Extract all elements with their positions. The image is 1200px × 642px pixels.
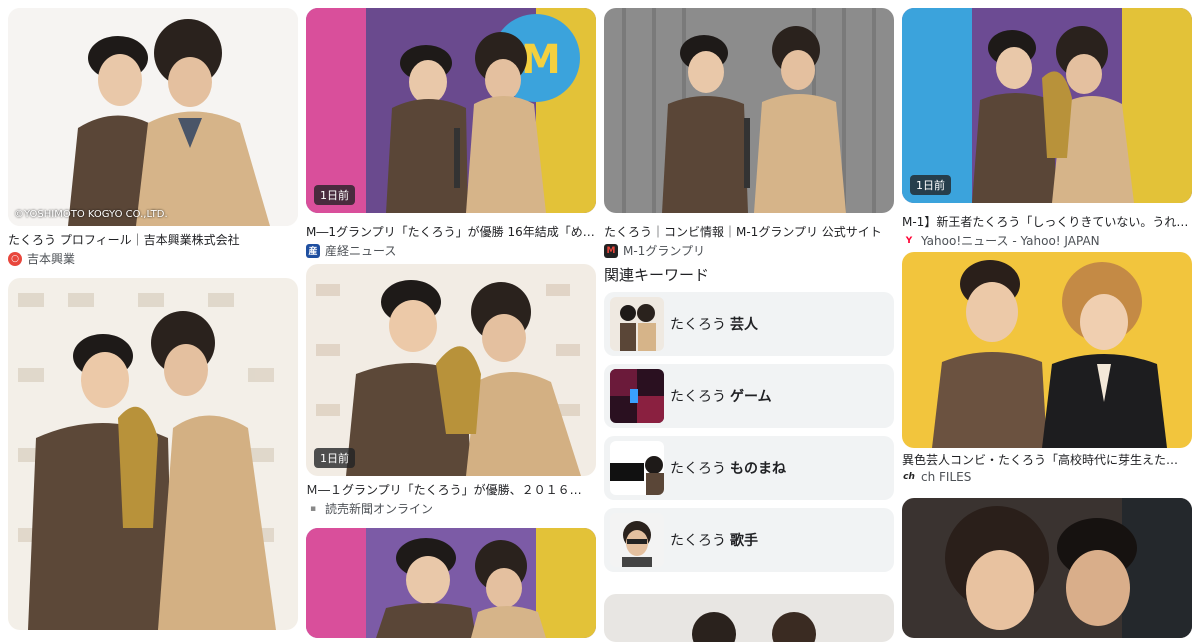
- source-name: 吉本興業: [27, 252, 76, 266]
- image-result-card[interactable]: M 1日前 M―1グランプリ「たくろう」が優勝 16年結成「め… 産 産経ニュー…: [306, 8, 596, 259]
- image-result-card[interactable]: 1日前 M-1】新王者たくろう「しっくりきていない。うれ… Y Yahoo!ニュ…: [902, 8, 1192, 248]
- photo-credit: ©YOSHIMOTO KOGYO CO.,LTD.: [14, 209, 168, 220]
- source-name: 産経ニュース: [325, 244, 397, 258]
- result-thumbnail[interactable]: [604, 594, 894, 642]
- result-thumbnail[interactable]: [902, 252, 1192, 448]
- result-source[interactable]: ▪ 読売新聞オンライン: [306, 500, 433, 517]
- keyword-thumbnail: [610, 297, 664, 351]
- yahoo-logo-icon: Y: [902, 233, 916, 248]
- keyword-term: 歌手: [730, 533, 758, 549]
- source-name: M-1グランプリ: [623, 244, 705, 258]
- result-title[interactable]: Ｍ―１グランプリ「たくろう」が優勝、２０１６…: [306, 482, 596, 498]
- result-thumbnail[interactable]: M 1日前: [306, 8, 596, 213]
- m1-logo-icon: M: [604, 243, 618, 258]
- source-name: Yahoo!ニュース - Yahoo! JAPAN: [921, 234, 1100, 248]
- sankei-logo-icon: 産: [306, 243, 320, 258]
- yoshimoto-logo-icon: ○: [8, 251, 22, 266]
- result-source[interactable]: Y Yahoo!ニュース - Yahoo! JAPAN: [902, 232, 1100, 249]
- keyword-prefix: たくろう: [670, 317, 726, 333]
- result-thumbnail[interactable]: [8, 278, 298, 630]
- keyword-thumbnail: [610, 441, 664, 495]
- keyword-label: たくろう 芸人: [670, 314, 758, 334]
- related-keyword-chip[interactable]: たくろう ゲーム: [604, 364, 894, 428]
- result-title[interactable]: たくろう｜コンビ情報｜M-1グランプリ 公式サイト: [604, 224, 894, 240]
- keyword-term: ものまね: [730, 461, 786, 477]
- chfiles-logo-icon: ch: [902, 470, 916, 484]
- keyword-prefix: たくろう: [670, 389, 726, 405]
- result-title[interactable]: たくろう プロフィール｜吉本興業株式会社: [8, 232, 298, 248]
- keyword-term: 芸人: [730, 317, 758, 333]
- related-keyword-chip[interactable]: たくろう ものまね: [604, 436, 894, 500]
- related-keyword-chip[interactable]: たくろう 芸人: [604, 292, 894, 356]
- result-source[interactable]: M M-1グランプリ: [604, 242, 705, 259]
- source-name: ch FILES: [921, 470, 972, 484]
- result-thumbnail[interactable]: [604, 8, 894, 213]
- image-result-card[interactable]: [902, 498, 1192, 638]
- image-result-card[interactable]: [604, 594, 894, 642]
- result-source[interactable]: ○ 吉本興業: [8, 250, 75, 267]
- result-thumbnail[interactable]: [306, 528, 596, 638]
- keyword-prefix: たくろう: [670, 533, 726, 549]
- image-result-card[interactable]: [8, 278, 298, 630]
- time-badge: 1日前: [910, 175, 951, 195]
- time-badge: 1日前: [314, 448, 355, 468]
- keyword-label: たくろう ものまね: [670, 458, 786, 478]
- keyword-term: ゲーム: [730, 389, 772, 405]
- result-title[interactable]: 異色芸人コンビ・たくろう「高校時代に芽生えた…: [902, 452, 1192, 468]
- image-result-card[interactable]: 1日前 Ｍ―１グランプリ「たくろう」が優勝、２０１６… ▪ 読売新聞オンライン: [306, 264, 596, 518]
- keyword-prefix: たくろう: [670, 461, 726, 477]
- image-result-card[interactable]: 異色芸人コンビ・たくろう「高校時代に芽生えた… ch ch FILES: [902, 252, 1192, 488]
- related-keywords-heading: 関連キーワード: [604, 266, 710, 284]
- result-source[interactable]: ch ch FILES: [902, 470, 971, 484]
- image-result-card[interactable]: ©YOSHIMOTO KOGYO CO.,LTD. たくろう プロフィール｜吉本…: [8, 8, 298, 268]
- image-result-card[interactable]: [306, 528, 596, 638]
- keyword-thumbnail: [610, 513, 664, 567]
- result-title[interactable]: M-1】新王者たくろう「しっくりきていない。うれ…: [902, 214, 1192, 230]
- result-thumbnail[interactable]: ©YOSHIMOTO KOGYO CO.,LTD.: [8, 8, 298, 226]
- time-badge: 1日前: [314, 185, 355, 205]
- keyword-thumbnail: [610, 369, 664, 423]
- yomiuri-logo-icon: ▪: [306, 501, 320, 516]
- keyword-label: たくろう 歌手: [670, 530, 758, 550]
- result-thumbnail[interactable]: [902, 498, 1192, 638]
- related-keyword-chip[interactable]: たくろう 歌手: [604, 508, 894, 572]
- source-name: 読売新聞オンライン: [325, 502, 434, 516]
- svg-text:M: M: [521, 37, 561, 83]
- result-thumbnail[interactable]: 1日前: [902, 8, 1192, 203]
- keyword-label: たくろう ゲーム: [670, 386, 772, 406]
- image-result-card[interactable]: たくろう｜コンビ情報｜M-1グランプリ 公式サイト M M-1グランプリ: [604, 8, 894, 258]
- result-source[interactable]: 産 産経ニュース: [306, 242, 396, 259]
- result-thumbnail[interactable]: 1日前: [306, 264, 596, 476]
- result-title[interactable]: M―1グランプリ「たくろう」が優勝 16年結成「め…: [306, 224, 596, 240]
